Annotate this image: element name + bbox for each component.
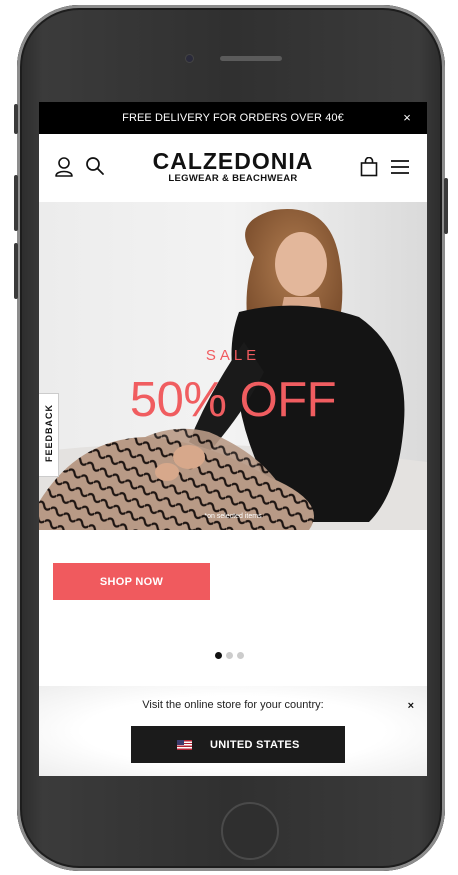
- us-flag-icon: [177, 739, 192, 750]
- country-prompt: Visit the online store for your country:: [142, 699, 324, 711]
- country-close-icon[interactable]: ×: [408, 700, 414, 712]
- hero-model-image: [39, 202, 427, 530]
- country-button[interactable]: UNITED STATES: [131, 726, 345, 763]
- country-name: UNITED STATES: [210, 738, 300, 751]
- site-header: CALZEDONIA LEGWEAR & BEACHWEAR: [39, 134, 427, 202]
- volume-up-button: [14, 175, 18, 231]
- carousel-dot-1[interactable]: [215, 652, 222, 659]
- country-selector-panel: Visit the online store for your country:…: [39, 686, 427, 776]
- promo-bar: FREE DELIVERY FOR ORDERS OVER 40€ ×: [39, 102, 427, 134]
- menu-icon[interactable]: [390, 159, 410, 175]
- discount-footnote: *on selected items: [204, 513, 262, 520]
- earpiece-speaker: [220, 56, 282, 61]
- hero-banner[interactable]: SALE 50% OFF *on selected items: [39, 202, 427, 530]
- mute-switch: [14, 104, 18, 134]
- front-camera: [186, 55, 193, 62]
- shop-now-button[interactable]: SHOP NOW: [53, 563, 210, 600]
- carousel-dot-2[interactable]: [226, 652, 233, 659]
- bag-icon[interactable]: [360, 157, 378, 177]
- home-button[interactable]: [221, 802, 279, 860]
- power-button: [444, 178, 448, 234]
- screen: FREE DELIVERY FOR ORDERS OVER 40€ × CALZ…: [39, 102, 427, 776]
- sale-label: SALE: [205, 347, 261, 364]
- carousel-dot-3[interactable]: [237, 652, 244, 659]
- promo-close-icon[interactable]: ×: [403, 110, 411, 125]
- carousel-dots: [215, 652, 244, 659]
- feedback-label: FEEDBACK: [44, 404, 54, 463]
- volume-down-button: [14, 243, 18, 299]
- discount-headline: 50% OFF: [129, 373, 337, 427]
- promo-text: FREE DELIVERY FOR ORDERS OVER 40€: [122, 112, 344, 124]
- feedback-tab[interactable]: FEEDBACK: [39, 393, 59, 477]
